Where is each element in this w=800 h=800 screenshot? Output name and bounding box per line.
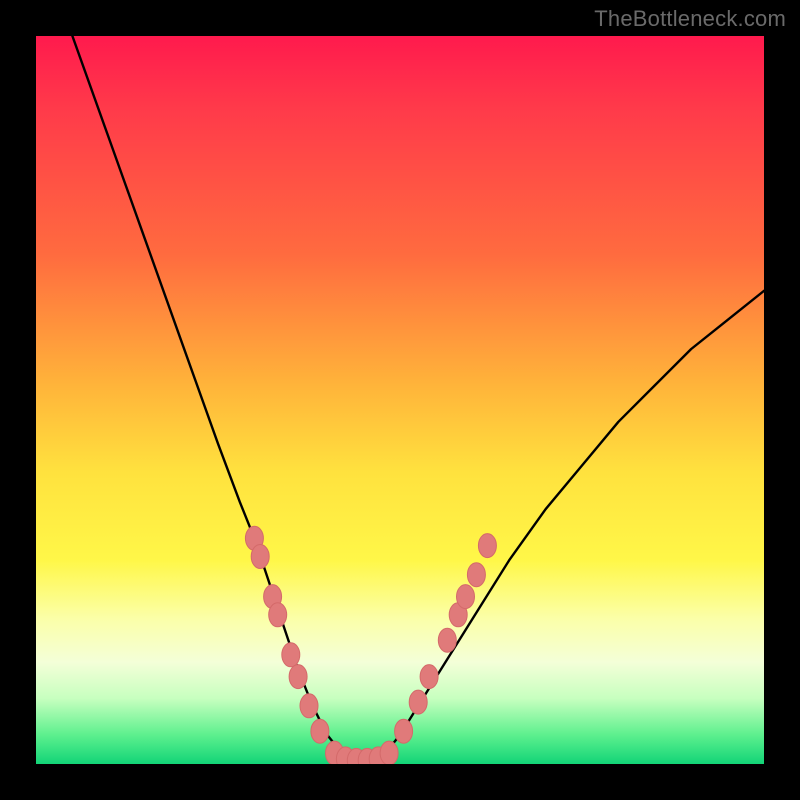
chart-frame: TheBottleneck.com: [0, 0, 800, 800]
curve-marker: [420, 665, 438, 689]
bottleneck-curve: [72, 36, 764, 760]
curve-marker: [311, 719, 329, 743]
curve-marker: [269, 603, 287, 627]
curve-marker: [409, 690, 427, 714]
curve-marker: [467, 563, 485, 587]
curve-marker: [251, 545, 269, 569]
plot-area: [36, 36, 764, 764]
curve-marker: [300, 694, 318, 718]
watermark-label: TheBottleneck.com: [594, 6, 786, 32]
curve-marker: [457, 585, 475, 609]
curve-marker: [478, 534, 496, 558]
curve-marker: [289, 665, 307, 689]
curve-marker: [282, 643, 300, 667]
curve-marker: [438, 628, 456, 652]
curve-markers: [245, 526, 496, 764]
curve-marker: [380, 741, 398, 764]
chart-svg: [36, 36, 764, 764]
curve-marker: [395, 719, 413, 743]
